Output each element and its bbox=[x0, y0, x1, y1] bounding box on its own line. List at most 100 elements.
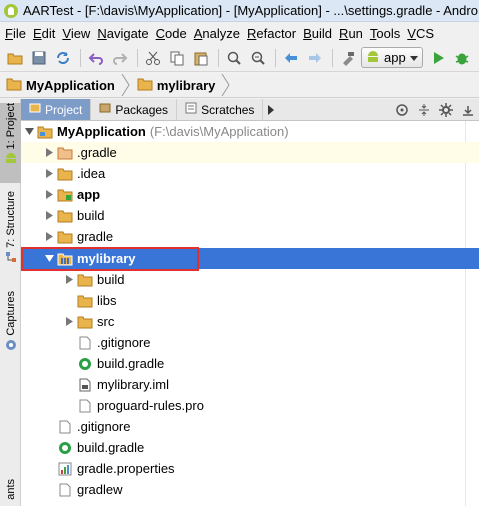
packages-icon bbox=[99, 102, 111, 117]
paste-icon[interactable] bbox=[190, 47, 212, 69]
tool-tab-build-variants[interactable]: ants bbox=[0, 479, 21, 506]
replace-icon[interactable] bbox=[247, 47, 269, 69]
collapsed-arrow-icon[interactable] bbox=[41, 184, 57, 205]
tree-row[interactable]: .gradle bbox=[21, 142, 479, 163]
gear-icon[interactable] bbox=[435, 99, 457, 120]
left-tool-window-stripe: 1: Project 7: Structure Captures ants bbox=[0, 99, 21, 506]
tree-row[interactable]: build bbox=[21, 205, 479, 226]
debug-icon[interactable] bbox=[451, 47, 473, 69]
make-project-icon[interactable] bbox=[337, 47, 359, 69]
folder-icon bbox=[57, 208, 73, 224]
tree-row[interactable]: build bbox=[21, 269, 479, 290]
tree-item-label: gradle bbox=[77, 229, 114, 244]
tree-item-label: .gradle bbox=[77, 145, 117, 160]
menu-tools[interactable]: Tools bbox=[368, 26, 405, 41]
tree-row[interactable]: gradlew bbox=[21, 479, 479, 500]
gradle-file-icon bbox=[77, 356, 93, 372]
scratches-icon bbox=[185, 102, 197, 117]
tree-row[interactable]: .gitignore bbox=[21, 332, 479, 353]
collapsed-arrow-icon[interactable] bbox=[41, 226, 57, 247]
sync-icon[interactable] bbox=[52, 47, 74, 69]
tree-row[interactable]: .idea bbox=[21, 163, 479, 184]
chevron-down-icon bbox=[409, 50, 418, 65]
scroll-from-source-icon[interactable] bbox=[391, 99, 413, 120]
menu-vcs[interactable]: VCS bbox=[405, 26, 439, 41]
tree-row[interactable]: build.gradle bbox=[21, 353, 479, 374]
tab-label: Packages bbox=[115, 102, 169, 117]
menu-analyze[interactable]: Analyze bbox=[192, 26, 245, 41]
collapsed-arrow-icon[interactable] bbox=[41, 205, 57, 226]
collapsed-arrow-icon[interactable] bbox=[61, 311, 77, 332]
main-toolbar: app bbox=[0, 44, 479, 72]
menu-refactor[interactable]: Refactor bbox=[245, 26, 301, 41]
tool-tab-captures[interactable]: Captures bbox=[0, 291, 21, 363]
menu-build[interactable]: Build bbox=[301, 26, 337, 41]
folder-icon bbox=[57, 229, 73, 245]
tree-row[interactable]: mylibrary.iml bbox=[21, 374, 479, 395]
tab-project[interactable]: Project bbox=[21, 99, 92, 120]
collapsed-arrow-icon[interactable] bbox=[61, 269, 77, 290]
open-folder-icon[interactable] bbox=[4, 47, 26, 69]
hide-panel-icon[interactable] bbox=[457, 99, 479, 120]
collapsed-arrow-icon[interactable] bbox=[41, 163, 57, 184]
tree-item-label: mylibrary bbox=[77, 251, 136, 266]
copy-icon[interactable] bbox=[166, 47, 188, 69]
more-tabs-arrow-icon[interactable] bbox=[263, 104, 279, 115]
collapse-all-icon[interactable] bbox=[413, 99, 435, 120]
expanded-arrow-icon[interactable] bbox=[21, 121, 37, 142]
breadcrumb-item-mylibrary[interactable]: mylibrary bbox=[137, 77, 222, 94]
tree-row[interactable]: libs bbox=[21, 290, 479, 311]
tree-row-selected[interactable]: mylibrary bbox=[21, 248, 479, 269]
menu-file[interactable]: File bbox=[3, 26, 31, 41]
toolbar-separator bbox=[137, 48, 138, 67]
menu-code[interactable]: Code bbox=[154, 26, 192, 41]
tool-tab-label: 7: Structure bbox=[4, 191, 17, 248]
run-configuration-label: app bbox=[384, 50, 406, 65]
panel-tools bbox=[391, 99, 479, 120]
tree-row[interactable]: gradle.properties bbox=[21, 458, 479, 479]
cut-icon[interactable] bbox=[142, 47, 164, 69]
undo-icon[interactable] bbox=[85, 47, 107, 69]
run-icon[interactable] bbox=[427, 47, 449, 69]
title-bar: AARTest - [F:\davis\MyApplication] - [My… bbox=[0, 0, 479, 22]
forward-icon[interactable] bbox=[304, 47, 326, 69]
menu-bar: File Edit View Navigate Code Analyze Ref… bbox=[0, 22, 479, 44]
expanded-arrow-icon[interactable] bbox=[41, 248, 57, 269]
menu-view[interactable]: View bbox=[60, 26, 95, 41]
save-all-icon[interactable] bbox=[28, 47, 50, 69]
tree-row[interactable]: .gitignore bbox=[21, 416, 479, 437]
run-configuration-dropdown[interactable]: app bbox=[361, 47, 423, 68]
redo-icon[interactable] bbox=[109, 47, 131, 69]
menu-run[interactable]: Run bbox=[337, 26, 368, 41]
tree-row[interactable]: build.gradle bbox=[21, 437, 479, 458]
file-icon bbox=[57, 482, 73, 498]
toolbar-separator bbox=[332, 48, 333, 67]
tab-scratches[interactable]: Scratches bbox=[177, 99, 264, 120]
find-icon[interactable] bbox=[223, 47, 245, 69]
android-icon bbox=[366, 49, 380, 66]
menu-navigate[interactable]: Navigate bbox=[95, 26, 153, 41]
tab-packages[interactable]: Packages bbox=[91, 99, 178, 120]
folder-icon bbox=[57, 166, 73, 182]
tree-item-label: build.gradle bbox=[97, 356, 165, 371]
tree-row[interactable]: gradle bbox=[21, 226, 479, 247]
project-panel-header: Project Packages Scratches bbox=[21, 99, 479, 121]
menu-edit[interactable]: Edit bbox=[31, 26, 60, 41]
window-title: AARTest - [F:\davis\MyApplication] - [My… bbox=[23, 3, 478, 18]
tree-row[interactable]: app bbox=[21, 184, 479, 205]
tree-item-label: .gitignore bbox=[97, 335, 151, 350]
tab-label: Scratches bbox=[201, 102, 255, 117]
tree-row[interactable]: src bbox=[21, 311, 479, 332]
tree-row[interactable]: proguard-rules.pro bbox=[21, 395, 479, 416]
back-icon[interactable] bbox=[280, 47, 302, 69]
tool-tab-project[interactable]: 1: Project bbox=[0, 103, 21, 183]
tree-row[interactable]: MyApplication (F:\davis\MyApplication) bbox=[21, 121, 479, 142]
breadcrumb-item-myapplication[interactable]: MyApplication bbox=[6, 77, 121, 94]
android-module-icon bbox=[57, 187, 73, 203]
collapsed-arrow-icon[interactable] bbox=[41, 142, 57, 163]
tool-tab-structure[interactable]: 7: Structure bbox=[0, 191, 21, 281]
tree-item-label: .gitignore bbox=[77, 419, 131, 434]
